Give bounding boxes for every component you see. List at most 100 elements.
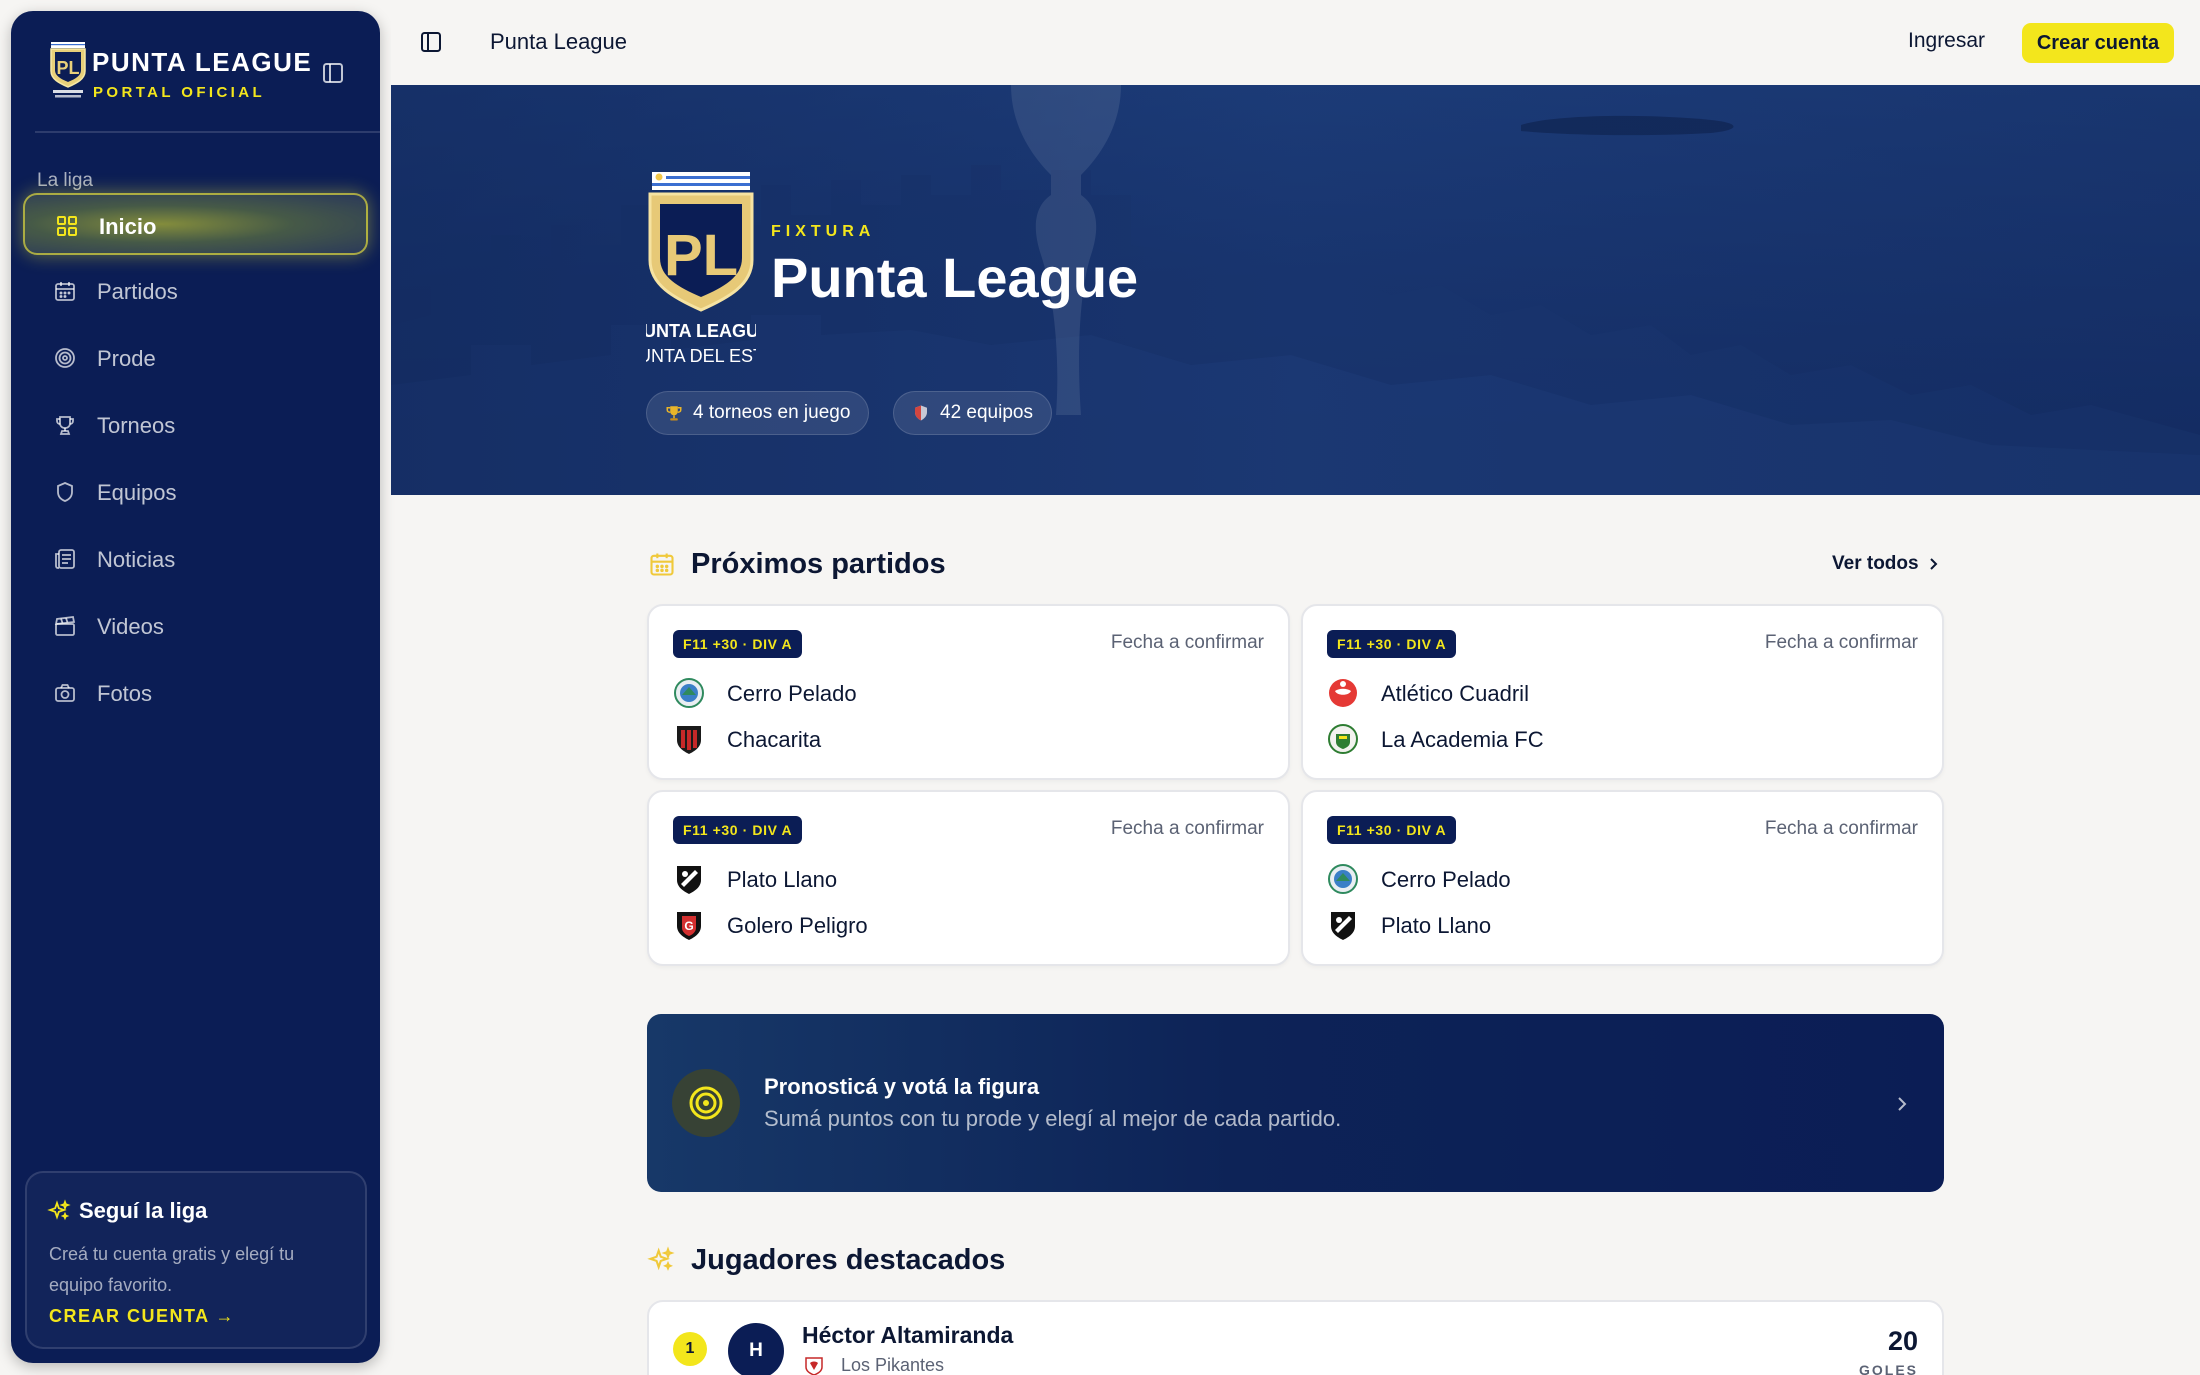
league-logo[interactable]: PL [45, 41, 91, 99]
match-card[interactable]: F11 +30 · DIV A Fecha a confirmar Plato … [647, 790, 1290, 966]
team-crest-icon [677, 726, 701, 754]
featured-section-title: Jugadores destacados [691, 1244, 1006, 1276]
team-name: Cerro Pelado [1381, 867, 1511, 892]
avatar: H [728, 1323, 784, 1375]
shield-icon [915, 405, 927, 421]
svg-text:G: G [684, 919, 693, 933]
player-stat-value: 20 [1887, 1326, 1918, 1356]
player-row[interactable]: 1 H Héctor Altamiranda Los Pikantes 20 G… [647, 1300, 1944, 1375]
team-crest-icon [1329, 679, 1357, 707]
sidebar-item-noticias[interactable]: Noticias [23, 528, 368, 590]
prode-promo-banner[interactable]: Pronosticá y votá la figura Sumá puntos … [647, 1014, 1944, 1192]
sidebar-item-partidos[interactable]: Partidos [23, 260, 368, 322]
login-button[interactable]: Ingresar [1908, 29, 1985, 53]
match-card[interactable]: F11 +30 · DIV A Fecha a confirmar Cerro … [1301, 790, 1944, 966]
crest-line-2: PUNTA DEL ESTE [646, 346, 756, 366]
match-card[interactable]: F11 +30 · DIV A Fecha a confirmar Cerro … [647, 604, 1290, 780]
sidebar-title: PUNTA LEAGUE [92, 47, 313, 77]
hero-banner: PL PUNTA LEAGUE PUNTA DEL ESTE FIXTURA P… [391, 85, 2200, 495]
team-name: Cerro Pelado [727, 681, 857, 706]
sparkles-icon [47, 1199, 71, 1221]
player-team: Los Pikantes [841, 1355, 945, 1375]
sidebar-subtitle: PORTAL OFICIAL [93, 84, 266, 101]
create-account-link[interactable]: CREAR CUENTA → [49, 1306, 235, 1327]
sidebar-item-label: Fotos [97, 681, 153, 706]
match-date: Fecha a confirmar [1764, 632, 1918, 653]
camera-icon [55, 684, 75, 702]
sidebar-item-videos[interactable]: Videos [23, 595, 368, 657]
sidebar-item-label: Torneos [97, 413, 176, 438]
player-rank: 1 [673, 1332, 707, 1366]
sidebar-item-label: Prode [97, 346, 156, 371]
sidebar-item-label: Noticias [97, 547, 176, 572]
calendar-icon [650, 553, 674, 576]
sidebar-item-fotos[interactable]: Fotos [23, 662, 368, 724]
sidebar-item-label: Inicio [99, 214, 157, 239]
division-badge: F11 +30 · DIV A [1327, 630, 1457, 658]
upcoming-section-title: Próximos partidos [691, 548, 946, 580]
hero-title: Punta League [771, 246, 1139, 309]
chevron-right-icon[interactable] [1892, 1094, 1912, 1114]
sidebar-item-equipos[interactable]: Equipos [23, 461, 368, 523]
follow-card-text: Creá tu cuenta gratis y elegí tu equipo … [49, 1244, 295, 1295]
sidebar-item-label: Videos [97, 614, 164, 639]
team-crest-icon: G [677, 912, 701, 940]
match-card[interactable]: F11 +30 · DIV A Fecha a confirmar Atléti… [1301, 604, 1944, 780]
sidebar-item-torneos[interactable]: Torneos [23, 394, 368, 456]
sidebar-item-inicio[interactable]: Inicio [23, 193, 368, 255]
target-icon [55, 348, 75, 368]
sidebar-item-label: Equipos [97, 480, 177, 505]
teams-chip-text: 42 equipos [940, 402, 1033, 423]
target-icon [672, 1069, 740, 1137]
chevron-right-icon[interactable] [1925, 556, 1941, 572]
grid-icon [57, 216, 77, 236]
newspaper-icon [55, 549, 75, 569]
team-crest-icon [674, 678, 704, 708]
sparkles-icon [647, 1246, 675, 1271]
promo-subtitle: Sumá puntos con tu prode y elegí al mejo… [764, 1106, 1342, 1131]
sidebar-item-label: Partidos [97, 279, 178, 304]
top-bar: Punta League Ingresar Crear cuenta [391, 0, 2200, 85]
team-crest-icon [677, 866, 701, 894]
tournaments-chip-text: 4 torneos en juego [693, 402, 851, 423]
team-crest-icon [1331, 912, 1355, 940]
hero-kicker: FIXTURA [771, 223, 876, 240]
sidebar-divider [35, 131, 380, 133]
teams-chip: 42 equipos [893, 391, 1052, 435]
page-title: Punta League [490, 29, 628, 54]
division-badge: F11 +30 · DIV A [673, 630, 803, 658]
promo-title: Pronosticá y votá la figura [764, 1074, 1040, 1099]
sidebar: PL PUNTA LEAGUE PORTAL OFICIAL La liga I… [11, 11, 380, 1363]
team-name: Chacarita [727, 727, 822, 752]
crest-line-1: PUNTA LEAGUE [646, 321, 756, 341]
team-crest-icon [1328, 724, 1358, 754]
svg-text:PL: PL [664, 223, 738, 288]
team-name: Golero Peligro [727, 913, 868, 938]
division-badge: F11 +30 · DIV A [1327, 816, 1457, 844]
player-stat-label: GOLES [1858, 1362, 1918, 1375]
punta-league-crest: PL PUNTA LEAGUE PUNTA DEL ESTE [646, 172, 756, 366]
match-date: Fecha a confirmar [1110, 818, 1264, 839]
svg-text:PL: PL [56, 58, 79, 78]
tournaments-chip: 4 torneos en juego [646, 391, 870, 435]
shield-icon [57, 482, 73, 502]
team-crest-icon [1328, 864, 1358, 894]
collapse-sidebar-icon[interactable] [321, 61, 345, 85]
match-date: Fecha a confirmar [1110, 632, 1264, 653]
sidebar-item-prode[interactable]: Prode [23, 327, 368, 389]
trophy-icon [56, 416, 74, 435]
follow-league-card: Seguí la liga Creá tu cuenta gratis y el… [25, 1171, 367, 1349]
calendar-icon [55, 282, 75, 301]
sidebar-section-label: La liga [37, 170, 93, 191]
sidebar-header: PL PUNTA LEAGUE PORTAL OFICIAL [11, 11, 380, 121]
team-crest-icon [805, 1357, 823, 1375]
toggle-sidebar-icon[interactable] [419, 30, 443, 54]
player-name: Héctor Altamiranda [802, 1322, 1014, 1348]
see-all-link[interactable]: Ver todos [1832, 553, 1919, 575]
team-name: Atlético Cuadril [1381, 681, 1529, 706]
signup-button[interactable]: Crear cuenta [2022, 23, 2174, 63]
team-name: La Academia FC [1381, 727, 1544, 752]
trophy-icon [666, 406, 682, 421]
clapperboard-icon [54, 616, 76, 636]
match-date: Fecha a confirmar [1764, 818, 1918, 839]
